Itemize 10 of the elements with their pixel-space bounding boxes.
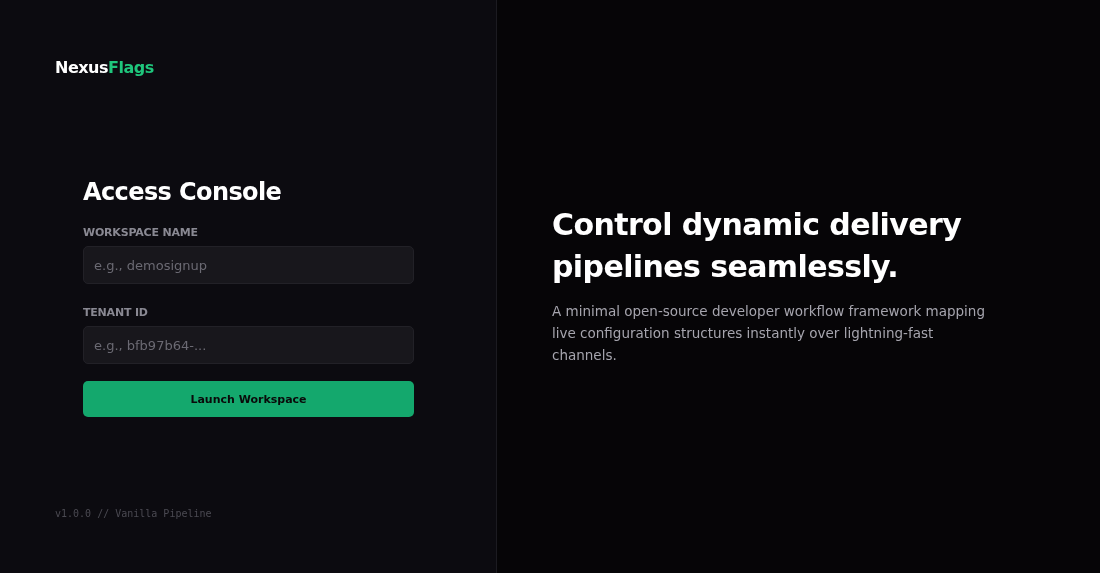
hero-headline: Control dynamic delivery pipelines seamlessly.	[552, 205, 963, 286]
launch-button[interactable]: Launch Workspace	[83, 381, 414, 417]
form-title: Access Console	[83, 177, 282, 207]
input-field[interactable]: e.g., bfb97b64-...	[83, 326, 414, 364]
field-label: WORKSPACE NAME	[83, 226, 198, 239]
field-label: TENANT ID	[83, 306, 148, 319]
hero-description: A minimal open-source developer workflow framework mapping live configuration structures instantly over lightning-fast channels.	[552, 301, 986, 365]
logo: NexusFlags	[55, 57, 154, 79]
version-text: v1.0.0 // Vanilla Pipeline	[55, 508, 212, 519]
input-field[interactable]: e.g., demosignup	[83, 246, 414, 284]
